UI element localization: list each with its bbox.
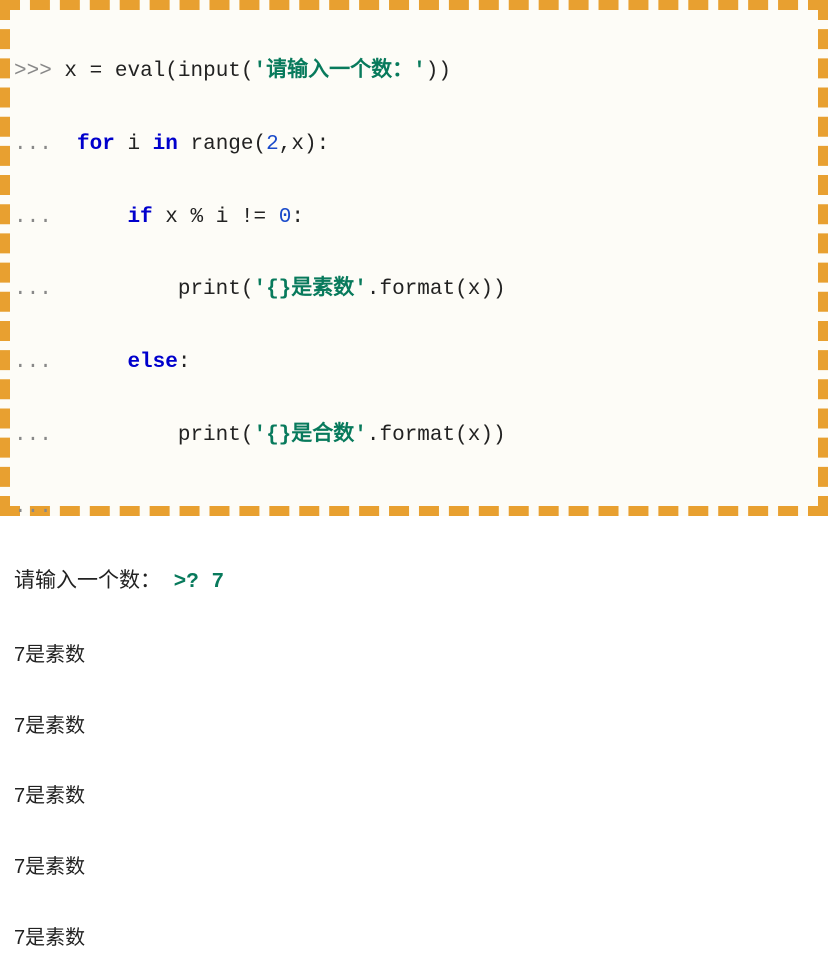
paren: ) [304,133,317,156]
output-line: 7是素数 [14,709,814,744]
repl-cont: ... [14,424,52,447]
input-prompt-text: 请输入一个数： [14,569,161,592]
paren: )) [480,278,505,301]
input-marker: >? [174,571,199,594]
code-line-7: ... [14,490,814,526]
var-x: x [468,424,481,447]
kw-else: else [127,351,177,374]
paren: )) [426,60,451,83]
func-print: print [178,278,241,301]
code-line-1: >>> x = eval(input('请输入一个数：')) [14,54,814,90]
var-x: x [291,133,304,156]
kw-if: if [127,206,152,229]
paren: ( [165,60,178,83]
paren: ( [241,60,254,83]
output-line: 7是素数 [14,638,814,673]
func-eval: eval [115,60,165,83]
paren: ( [254,133,267,156]
code-line-4: ... print('{}是素数'.format(x)) [14,272,814,308]
string-literal: '{}是素数' [253,278,366,301]
code-line-2: ... for i in range(2,x): [14,127,814,163]
op-neq: != [241,206,266,229]
repl-cont: ... [14,133,52,156]
colon: : [317,133,330,156]
op-assign: = [90,60,103,83]
string-literal: '{}是合数' [253,424,366,447]
paren: ( [241,424,254,447]
output-line: 7是素数 [14,779,814,814]
paren: ( [241,278,254,301]
func-range: range [191,133,254,156]
string-literal: '请输入一个数：' [254,60,426,83]
repl-cont: ... [14,278,52,301]
colon: : [291,206,304,229]
code-screenshot-frame: >>> x = eval(input('请输入一个数：')) ... for i… [0,0,828,516]
input-value: 7 [211,571,224,594]
repl-cont: ... [14,206,52,229]
output-line: 7是素数 [14,921,814,956]
var-x: x [165,206,178,229]
dot: . [367,424,380,447]
var-i: i [127,133,140,156]
output-line: 7是素数 [14,850,814,885]
code-block: >>> x = eval(input('请输入一个数：')) ... for i… [14,18,814,956]
func-format: format [380,278,456,301]
comma: , [279,133,292,156]
num-0: 0 [279,206,292,229]
repl-prompt: >>> [14,60,52,83]
func-format: format [380,424,456,447]
var-x: x [64,60,77,83]
func-print: print [178,424,241,447]
op-mod: % [190,206,203,229]
input-line: 请输入一个数： >? 7 [14,563,814,601]
paren: ( [455,424,468,447]
code-line-6: ... print('{}是合数'.format(x)) [14,418,814,454]
var-x: x [468,278,481,301]
colon: : [178,351,191,374]
paren: )) [480,424,505,447]
num-2: 2 [266,133,279,156]
kw-for: for [77,133,115,156]
func-input: input [178,60,241,83]
var-i: i [216,206,229,229]
repl-cont: ... [14,351,52,374]
code-line-5: ... else: [14,345,814,381]
kw-in: in [153,133,178,156]
paren: ( [455,278,468,301]
dot: . [367,278,380,301]
code-line-3: ... if x % i != 0: [14,200,814,236]
